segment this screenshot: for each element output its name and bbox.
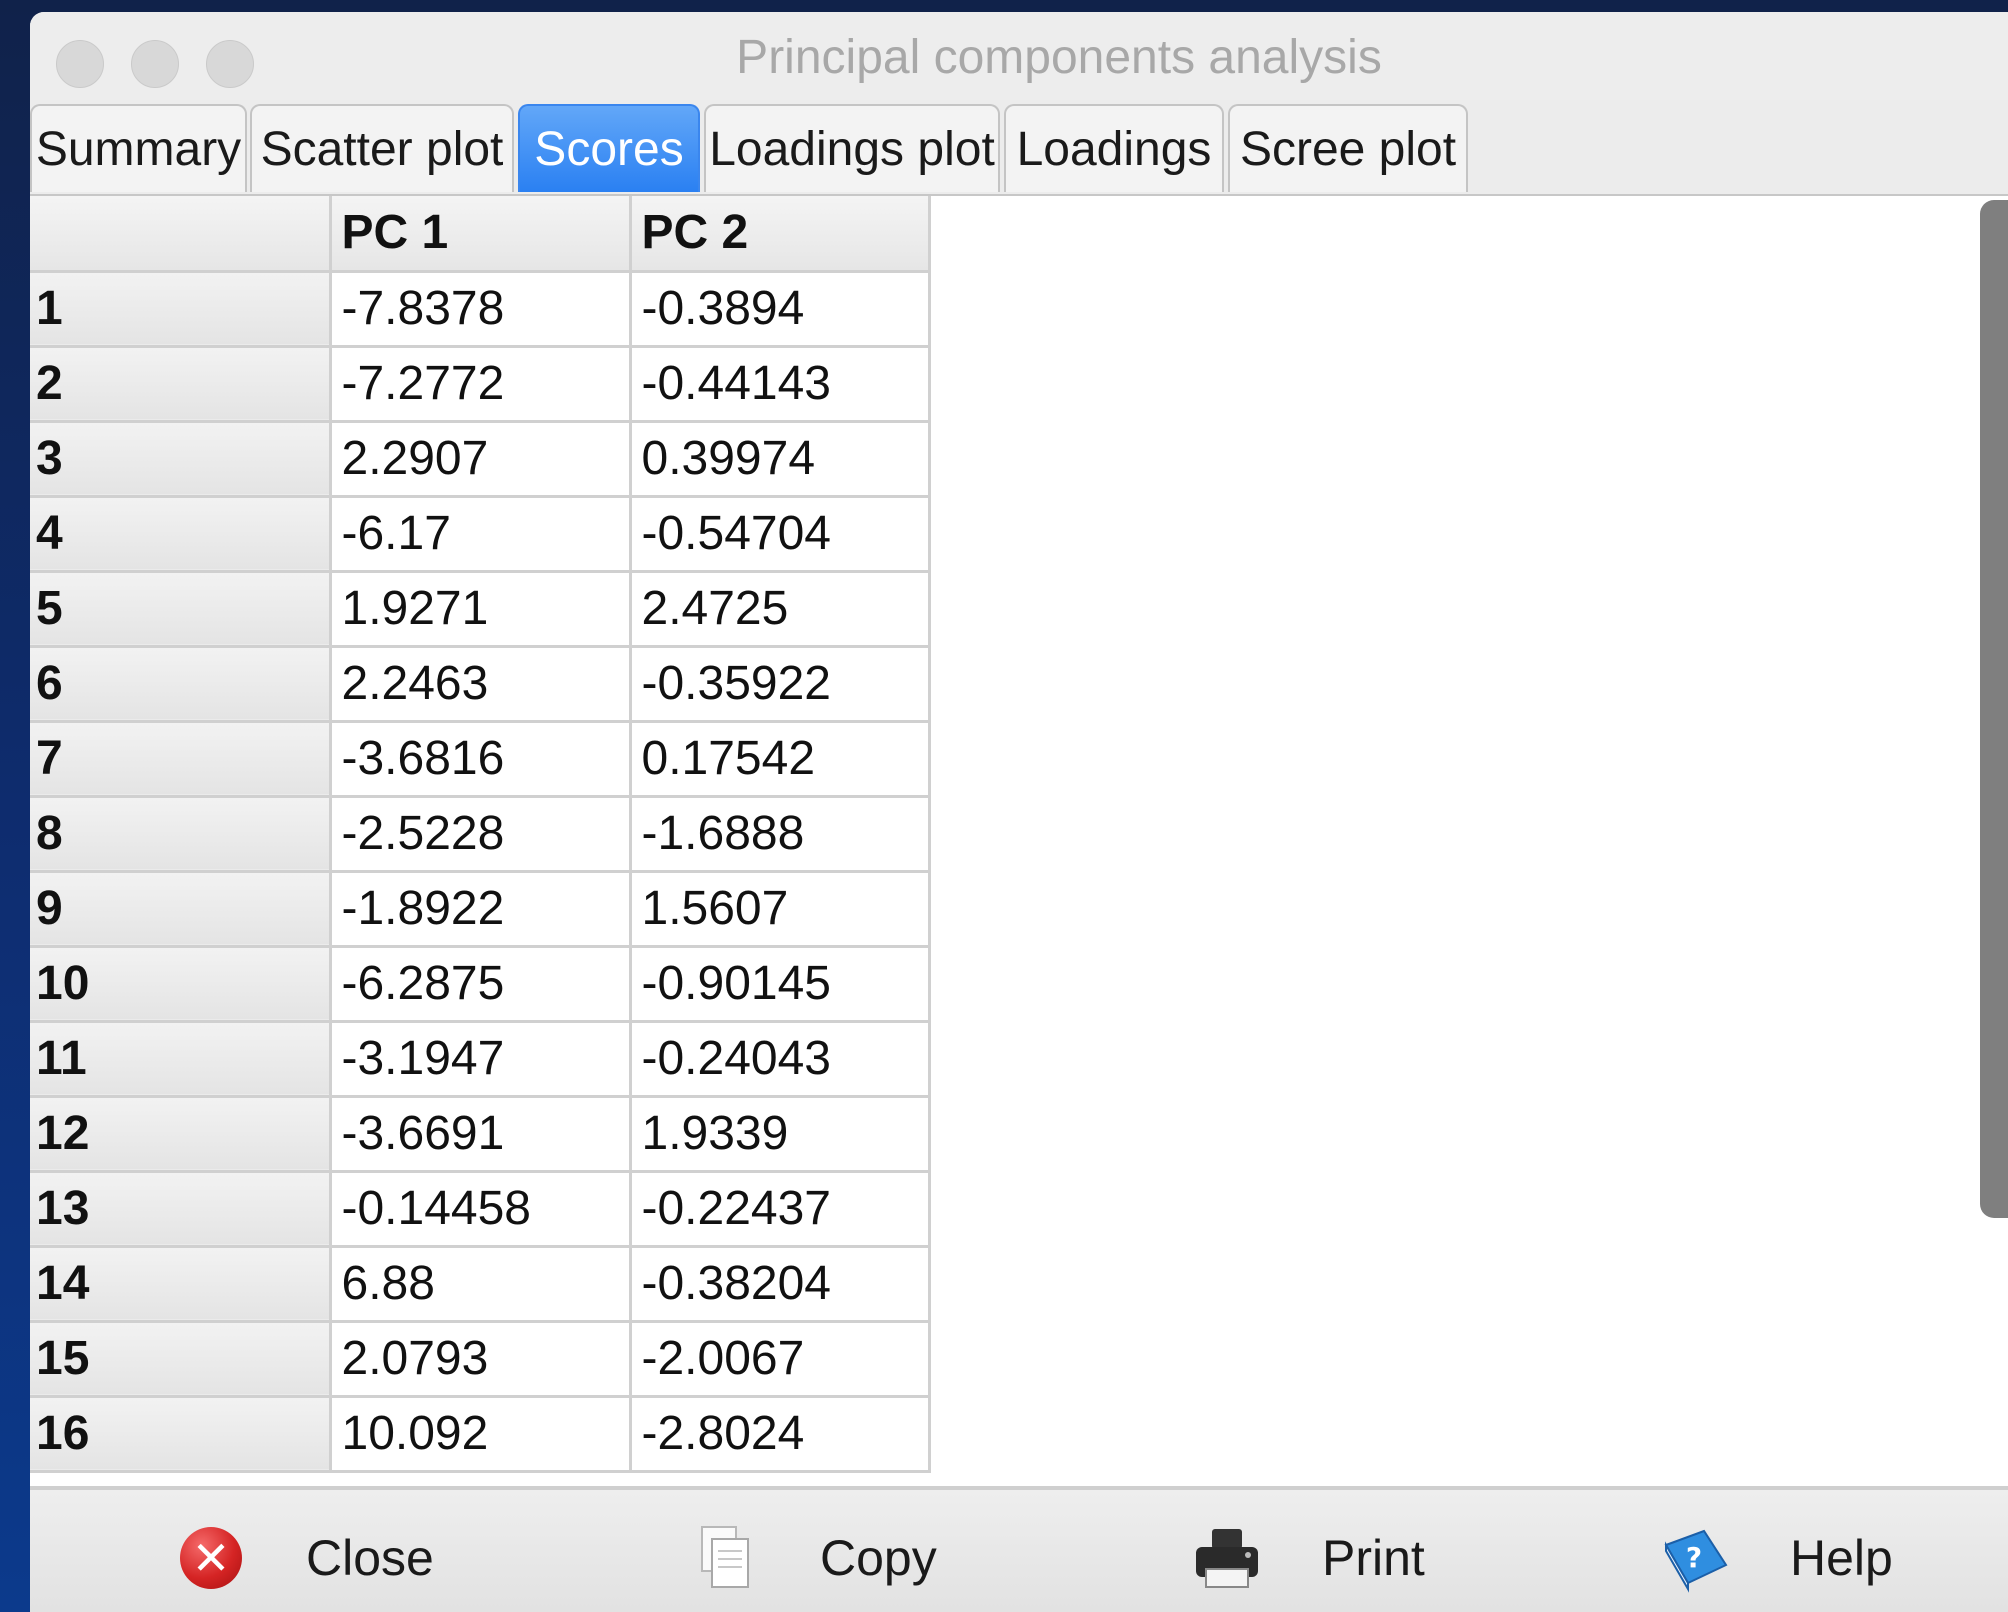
table-row[interactable]: 10 -6.2875 -0.90145 — [30, 946, 931, 1023]
table-cell-pc1[interactable]: -6.2875 — [330, 946, 632, 1023]
table-row[interactable]: 8 -2.5228 -1.6888 — [30, 796, 931, 873]
table-cell-pc1[interactable]: 1.9271 — [330, 571, 632, 648]
close-icon: ✕ — [176, 1523, 246, 1593]
table-cell-pc2[interactable]: -0.35922 — [630, 646, 931, 723]
table-cell-pc1[interactable]: 10.092 — [330, 1396, 632, 1473]
table-cell-pc1[interactable]: -2.5228 — [330, 796, 632, 873]
table-row[interactable]: 1 -7.8378 -0.3894 — [30, 271, 931, 348]
row-header[interactable]: 6 — [30, 646, 332, 723]
scores-table: PC 1 PC 2 1 -7.8378 -0.3894 2 -7.2772 -0.4414… — [30, 196, 931, 1473]
table-cell-pc1[interactable]: -0.14458 — [330, 1171, 632, 1248]
table-cell-pc2[interactable]: 2.4725 — [630, 571, 931, 648]
row-header[interactable]: 12 — [30, 1096, 332, 1173]
tab-bar: Summary Scatter plot Scores Loadings plo… — [30, 100, 2008, 196]
table-row[interactable]: 4 -6.17 -0.54704 — [30, 496, 931, 573]
table-row[interactable]: 3 2.2907 0.39974 — [30, 421, 931, 498]
corner-header — [30, 196, 332, 273]
table-cell-pc2[interactable]: 1.5607 — [630, 871, 931, 948]
table-row[interactable]: 14 6.88 -0.38204 — [30, 1246, 931, 1323]
table-cell-pc2[interactable]: -0.3894 — [630, 271, 931, 348]
table-cell-pc1[interactable]: 2.0793 — [330, 1321, 632, 1398]
help-button[interactable]: ? Help — [1660, 1518, 1893, 1598]
copy-button-label: Copy — [820, 1530, 937, 1586]
table-cell-pc2[interactable]: -1.6888 — [630, 796, 931, 873]
table-cell-pc2[interactable]: -0.44143 — [630, 346, 931, 423]
table-row[interactable]: 13 -0.14458 -0.22437 — [30, 1171, 931, 1248]
row-header[interactable]: 13 — [30, 1171, 332, 1248]
print-button-label: Print — [1322, 1530, 1425, 1586]
row-header[interactable]: 1 — [30, 271, 332, 348]
table-row[interactable]: 2 -7.2772 -0.44143 — [30, 346, 931, 423]
row-header[interactable]: 14 — [30, 1246, 332, 1323]
row-header[interactable]: 16 — [30, 1396, 332, 1473]
table-cell-pc2[interactable]: -0.90145 — [630, 946, 931, 1023]
table-cell-pc1[interactable]: -7.2772 — [330, 346, 632, 423]
table-cell-pc1[interactable]: -1.8922 — [330, 871, 632, 948]
table-cell-pc2[interactable]: -2.0067 — [630, 1321, 931, 1398]
table-cell-pc2[interactable]: -0.24043 — [630, 1021, 931, 1098]
row-header[interactable]: 7 — [30, 721, 332, 798]
table-cell-pc2[interactable]: -2.8024 — [630, 1396, 931, 1473]
svg-text:?: ? — [1686, 1541, 1702, 1574]
row-header[interactable]: 11 — [30, 1021, 332, 1098]
table-row[interactable]: 11 -3.1947 -0.24043 — [30, 1021, 931, 1098]
table-cell-pc1[interactable]: -3.1947 — [330, 1021, 632, 1098]
table-cell-pc1[interactable]: -7.8378 — [330, 271, 632, 348]
row-header[interactable]: 3 — [30, 421, 332, 498]
table-cell-pc1[interactable]: -3.6691 — [330, 1096, 632, 1173]
column-header-pc1[interactable]: PC 1 — [330, 196, 632, 273]
print-button[interactable]: Print — [1192, 1518, 1425, 1598]
row-header[interactable]: 8 — [30, 796, 332, 873]
table-row[interactable]: 15 2.0793 -2.0067 — [30, 1321, 931, 1398]
tab-scree-plot[interactable]: Scree plot — [1228, 104, 1468, 192]
help-book-icon: ? — [1660, 1523, 1730, 1593]
title-bar: Principal components analysis — [30, 12, 2008, 100]
table-cell-pc2[interactable]: 0.17542 — [630, 721, 931, 798]
row-header[interactable]: 5 — [30, 571, 332, 648]
table-cell-pc2[interactable]: 1.9339 — [630, 1096, 931, 1173]
help-button-label: Help — [1790, 1530, 1893, 1586]
table-cell-pc1[interactable]: 2.2463 — [330, 646, 632, 723]
row-header[interactable]: 15 — [30, 1321, 332, 1398]
table-cell-pc1[interactable]: -3.6816 — [330, 721, 632, 798]
table-cell-pc1[interactable]: 2.2907 — [330, 421, 632, 498]
copy-button[interactable]: Copy — [690, 1518, 937, 1598]
table-row[interactable]: 9 -1.8922 1.5607 — [30, 871, 931, 948]
table-cell-pc1[interactable]: 6.88 — [330, 1246, 632, 1323]
copy-icon — [690, 1523, 760, 1593]
bottom-toolbar: ✕ Close Copy Print ? Help — [30, 1486, 2008, 1612]
tab-scatter-plot[interactable]: Scatter plot — [250, 104, 514, 192]
tab-scores[interactable]: Scores — [518, 104, 700, 192]
table-row[interactable]: 12 -3.6691 1.9339 — [30, 1096, 931, 1173]
close-button-label: Close — [306, 1530, 434, 1586]
vertical-scrollbar[interactable] — [1980, 200, 2008, 1218]
row-header[interactable]: 2 — [30, 346, 332, 423]
tab-loadings[interactable]: Loadings — [1004, 104, 1224, 192]
table-row[interactable]: 5 1.9271 2.4725 — [30, 571, 931, 648]
row-header[interactable]: 10 — [30, 946, 332, 1023]
printer-icon — [1192, 1523, 1262, 1593]
table-row[interactable]: 16 10.092 -2.8024 — [30, 1396, 931, 1473]
tab-summary[interactable]: Summary — [30, 104, 247, 192]
tab-loadings-plot[interactable]: Loadings plot — [704, 104, 1000, 192]
row-header[interactable]: 9 — [30, 871, 332, 948]
table-cell-pc2[interactable]: 0.39974 — [630, 421, 931, 498]
window-title: Principal components analysis — [736, 31, 1382, 84]
table-cell-pc2[interactable]: -0.22437 — [630, 1171, 931, 1248]
table-cell-pc2[interactable]: -0.38204 — [630, 1246, 931, 1323]
table-row[interactable]: 6 2.2463 -0.35922 — [30, 646, 931, 723]
table-cell-pc2[interactable]: -0.54704 — [630, 496, 931, 573]
table-row[interactable]: 7 -3.6816 0.17542 — [30, 721, 931, 798]
pca-window: Principal components analysis Summary Sc… — [30, 12, 2008, 1612]
table-cell-pc1[interactable]: -6.17 — [330, 496, 632, 573]
table-header-row: PC 1 PC 2 — [30, 196, 931, 273]
close-button[interactable]: ✕ Close — [176, 1518, 434, 1598]
row-header[interactable]: 4 — [30, 496, 332, 573]
scores-panel: PC 1 PC 2 1 -7.8378 -0.3894 2 -7.2772 -0.4414… — [30, 196, 2008, 1486]
column-header-pc2[interactable]: PC 2 — [630, 196, 931, 273]
